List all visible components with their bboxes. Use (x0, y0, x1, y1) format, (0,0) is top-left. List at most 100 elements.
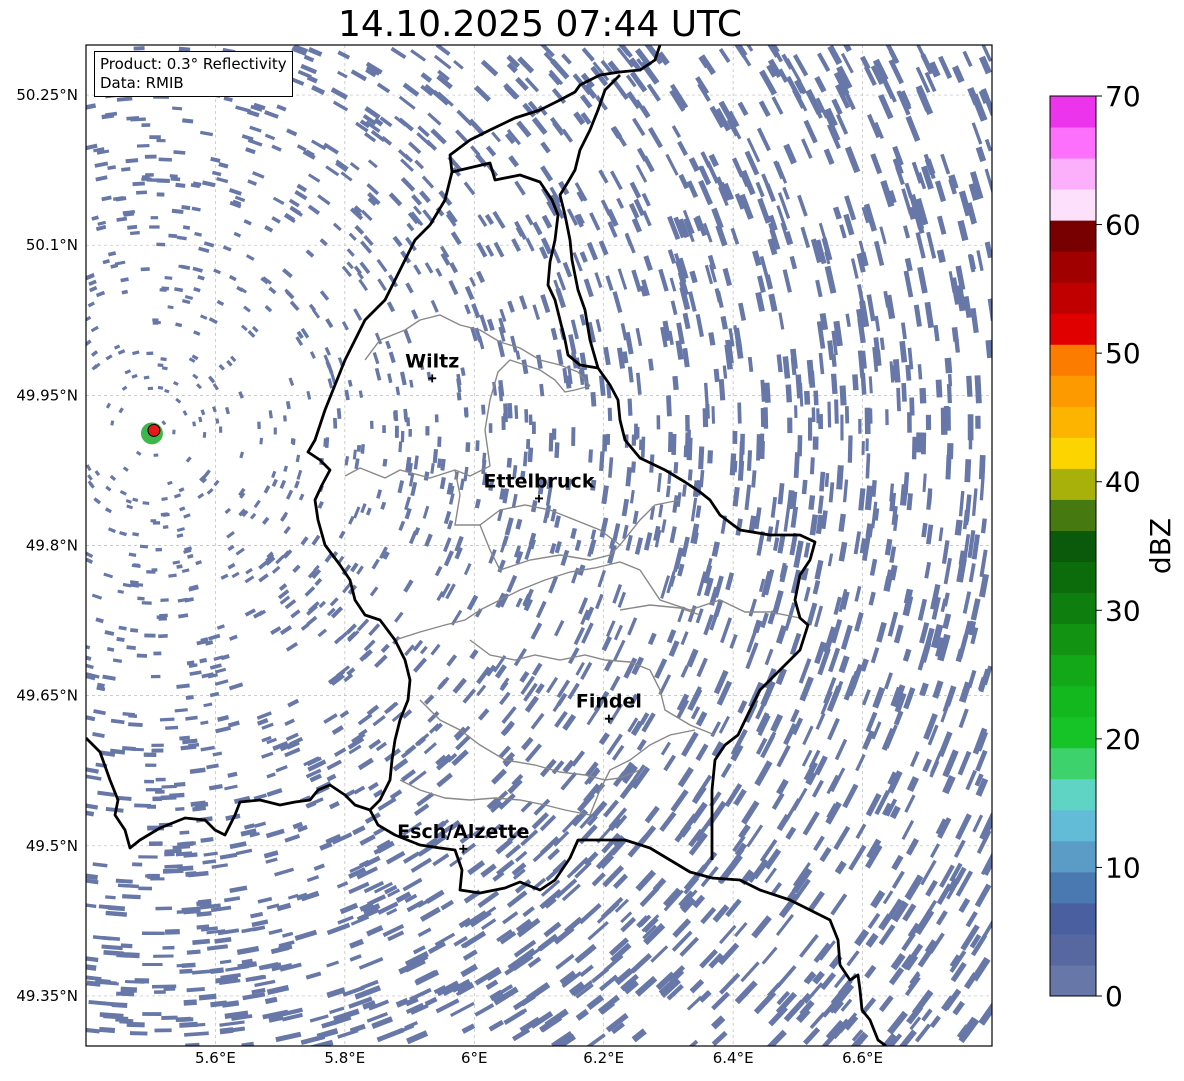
echo-cell (915, 432, 922, 453)
echo-cell (144, 154, 157, 159)
echo-cell (739, 433, 745, 455)
echo-cell (527, 447, 534, 463)
echo-cell (152, 521, 161, 525)
echo-cell (333, 417, 338, 429)
echo-cell (885, 409, 889, 426)
echo-cell (257, 421, 261, 429)
echo-cell (425, 426, 430, 436)
echo-cell (179, 1017, 194, 1023)
lon-tick-label: 5.8°E (324, 1049, 365, 1067)
echo-cell (145, 763, 157, 767)
echo-cell (134, 747, 144, 752)
echo-cell (834, 399, 839, 424)
echo-cell (136, 190, 148, 195)
echo-cell (861, 441, 865, 455)
echo-cell (136, 653, 148, 658)
echo-cell (844, 406, 850, 424)
lat-tick-label: 49.95°N (16, 386, 78, 404)
lon-tick-label: 5.6°E (195, 1049, 236, 1067)
echo-cell (978, 454, 986, 480)
echo-cell (155, 789, 165, 794)
echo-cell (290, 438, 295, 445)
colorbar-swatch (1050, 747, 1096, 780)
echo-cell (403, 408, 408, 420)
echo-cell (702, 408, 709, 428)
echo-cell (506, 457, 512, 468)
echo-cell (173, 782, 186, 787)
echo-cell (147, 386, 154, 391)
echo-cell (159, 288, 167, 292)
echo-cell (143, 752, 157, 757)
echo-cell (141, 177, 152, 181)
echo-cell (528, 414, 533, 426)
echo-cell (785, 384, 793, 403)
echo-cell (839, 385, 847, 406)
echo-cell (153, 954, 174, 958)
echo-cell (154, 1028, 172, 1033)
echo-cell (259, 437, 264, 445)
echo-cell (370, 420, 374, 429)
city-label: Wiltz (405, 350, 459, 372)
echo-cell (138, 886, 153, 891)
echo-cell (160, 598, 169, 602)
echo-cell (161, 1015, 178, 1020)
echo-cell (158, 634, 168, 639)
colorbar-swatch (1050, 623, 1096, 656)
echo-cell (732, 430, 738, 444)
echo-cell (162, 945, 175, 950)
echo-cell (147, 873, 160, 879)
echo-cell (141, 123, 151, 128)
echo-cell (155, 547, 162, 552)
colorbar-swatch (1050, 840, 1096, 873)
echo-cell (666, 395, 672, 417)
colorbar-swatch (1050, 809, 1096, 842)
echo-cell (146, 804, 157, 809)
echo-cell (144, 779, 155, 784)
echo-cell (816, 408, 820, 424)
echo-cell (181, 962, 196, 969)
echo-cell (607, 407, 613, 421)
echo-cell (763, 407, 769, 429)
echo-cell (630, 461, 636, 473)
colorbar-swatch (1050, 158, 1096, 190)
colorbar-tick-label: 50 (1105, 337, 1141, 370)
echo-cell (524, 409, 529, 423)
echo-cell (164, 928, 180, 935)
product-label: Product: 0.3° Reflectivity (100, 55, 287, 73)
echo-cell (283, 415, 287, 422)
echo-cell (151, 743, 164, 748)
echo-cell (635, 426, 640, 439)
echo-cell (122, 894, 141, 900)
echo-cell (151, 748, 164, 753)
lon-tick-label: 6.6°E (842, 1049, 883, 1067)
echo-cell (156, 138, 166, 143)
echo-cell (141, 931, 165, 936)
colorbar-swatch (1050, 468, 1096, 500)
city-label: Esch/Alzette (397, 821, 529, 843)
echo-cell (142, 962, 163, 967)
echo-cell (737, 402, 742, 424)
echo-cell (946, 443, 954, 460)
echo-cell (588, 449, 593, 463)
echo-cell (813, 390, 819, 406)
echo-cell (146, 570, 156, 574)
echo-cell (111, 1002, 128, 1008)
echo-cell (803, 390, 811, 405)
echo-cell (132, 862, 143, 867)
colorbar-swatch (1050, 964, 1096, 997)
colorbar-swatch (1050, 778, 1096, 811)
radar-map[interactable]: Wiltz Ettelbruck Findel Esch/Alzette 50.25°… (0, 0, 1184, 1081)
echo-cell (852, 374, 859, 391)
colorbar-swatch (1050, 282, 1096, 314)
echo-cell (944, 357, 953, 374)
echo-cell (711, 406, 716, 424)
city-label: Ettelbruck (484, 470, 595, 492)
echo-cell (503, 413, 508, 423)
echo-cell (202, 431, 207, 438)
echo-cell (811, 407, 816, 423)
product-info-box: Product: 0.3° Reflectivity Data: RMIB (94, 51, 293, 97)
echo-cell (901, 382, 907, 402)
echo-cell (526, 439, 531, 450)
echo-cell (797, 435, 803, 457)
colorbar-tick-label: 30 (1105, 594, 1141, 627)
